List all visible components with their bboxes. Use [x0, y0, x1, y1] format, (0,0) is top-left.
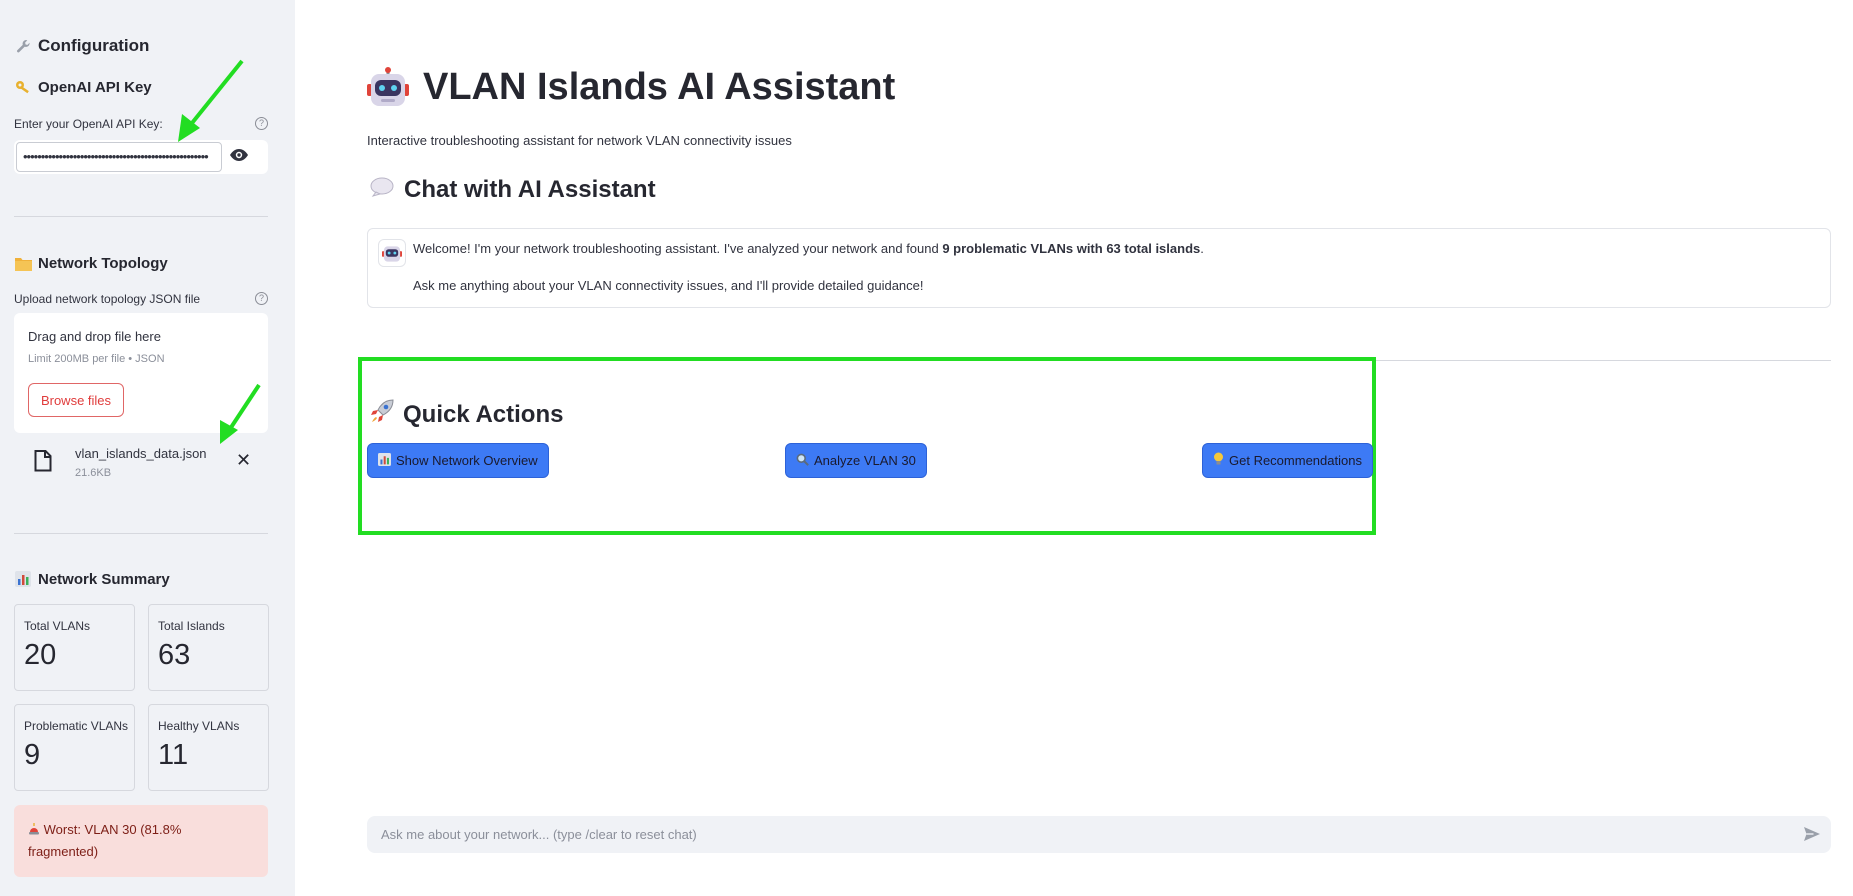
sidebar-divider	[14, 533, 268, 534]
api-key-heading: OpenAI API Key	[14, 78, 152, 96]
metric-problematic-vlans: Problematic VLANs 9	[14, 704, 135, 791]
metric-label: Healthy VLANs	[158, 719, 240, 733]
file-size: 21.6KB	[75, 467, 112, 479]
folder-icon	[14, 254, 32, 272]
bar-chart-icon	[14, 570, 32, 588]
network-topology-heading: Network Topology	[14, 254, 168, 272]
annotation-arrow-icon	[220, 383, 261, 444]
network-summary-heading: Network Summary	[14, 570, 170, 588]
metric-value: 20	[24, 639, 57, 671]
siren-icon	[28, 822, 44, 837]
metric-value: 11	[158, 739, 189, 771]
quick-actions-heading: Quick Actions	[369, 398, 563, 431]
lightbulb-icon	[1213, 452, 1224, 469]
eye-icon[interactable]	[229, 147, 251, 167]
upload-label: Upload network topology JSON file	[14, 292, 201, 306]
rocket-icon	[369, 398, 395, 431]
bar-chart-icon	[378, 452, 391, 469]
api-key-label: Enter your OpenAI API Key:	[14, 117, 163, 131]
help-icon[interactable]: ?	[255, 292, 268, 305]
page-subtitle: Interactive troubleshooting assistant fo…	[367, 133, 792, 148]
metric-total-islands: Total Islands 63	[148, 604, 269, 691]
robot-icon	[367, 66, 409, 109]
annotation-arrow-icon	[178, 59, 244, 142]
dropzone-title: Drag and drop file here	[28, 329, 161, 344]
page-title: VLAN Islands AI Assistant	[367, 66, 895, 109]
metric-label: Total Islands	[158, 619, 225, 633]
chat-heading: Chat with AI Assistant	[370, 176, 656, 204]
chat-message: Welcome! I'm your network troubleshootin…	[367, 228, 1831, 308]
dropzone-limit: Limit 200MB per file • JSON	[28, 353, 165, 365]
sidebar-divider	[14, 216, 268, 217]
metric-value: 9	[24, 739, 41, 771]
send-icon[interactable]	[1803, 826, 1821, 842]
help-icon[interactable]: ?	[255, 117, 268, 130]
robot-icon	[382, 246, 402, 262]
assistant-avatar	[378, 239, 406, 267]
main-content: VLAN Islands AI Assistant Interactive tr…	[295, 0, 1853, 896]
configuration-heading: Configuration	[14, 36, 149, 56]
api-key-input[interactable]: ••••••••••••••••••••••••••••••••••••••••…	[16, 142, 222, 172]
show-network-overview-button[interactable]: Show Network Overview	[367, 443, 549, 478]
worst-vlan-alert: Worst: VLAN 30 (81.8% fragmented)	[14, 805, 268, 877]
worst-vlan-text: Worst: VLAN 30 (81.8% fragmented)	[28, 822, 182, 859]
get-recommendations-button[interactable]: Get Recommendations	[1202, 443, 1373, 478]
chat-input-placeholder: Ask me about your network... (type /clea…	[381, 827, 697, 842]
magnifier-icon	[796, 453, 809, 469]
metric-total-vlans: Total VLANs 20	[14, 604, 135, 691]
metric-label: Total VLANs	[24, 619, 91, 633]
chat-input[interactable]: Ask me about your network... (type /clea…	[367, 816, 1831, 853]
metric-value: 63	[158, 639, 191, 671]
metric-label: Problematic VLANs	[24, 719, 129, 733]
metric-healthy-vlans: Healthy VLANs 11	[148, 704, 269, 791]
welcome-message: Welcome! I'm your network troubleshootin…	[413, 241, 1204, 256]
wrench-icon	[14, 37, 32, 55]
file-icon	[34, 450, 52, 472]
browse-files-button[interactable]: Browse files	[28, 383, 124, 417]
key-icon	[14, 78, 32, 96]
speech-bubble-icon	[370, 176, 394, 204]
analyze-vlan-30-button[interactable]: Analyze VLAN 30	[785, 443, 927, 478]
welcome-message-line2: Ask me anything about your VLAN connecti…	[413, 278, 924, 293]
sidebar: Configuration OpenAI API Key Enter your …	[0, 0, 295, 896]
file-name: vlan_islands_data.json	[75, 446, 207, 461]
remove-file-icon[interactable]: ✕	[236, 450, 251, 471]
